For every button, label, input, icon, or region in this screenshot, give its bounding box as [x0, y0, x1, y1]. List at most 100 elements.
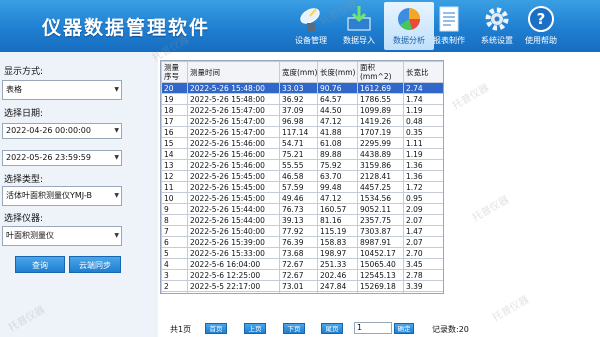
- table-row[interactable]: 13 2022-5-26 15:46:00 55.55 75.92 3159.86 1.3…: [161, 159, 443, 171]
- cell-length: 75.92: [317, 159, 358, 171]
- confirm-page-button[interactable]: 确定: [394, 323, 414, 334]
- chevron-down-icon: ▼: [114, 192, 119, 199]
- cell-time: 2022-5-26 15:39:00: [187, 236, 280, 248]
- query-button[interactable]: 查询: [15, 256, 65, 273]
- cell-ratio: 1.72: [403, 181, 443, 193]
- cell-seq: 5: [161, 247, 188, 259]
- table-row[interactable]: 12022-5-5 22:16:0073.68252.2115387.653.4…: [161, 291, 443, 293]
- cell-time: 2022-5-26 15:46:00: [187, 137, 280, 149]
- nav-system-settings[interactable]: 系统设置: [472, 2, 522, 50]
- table-row[interactable]: 5 2022-5-26 15:33:00 73.68 198.97 10452.17 2.…: [161, 247, 443, 259]
- table-row[interactable]: 4 2022-5-6 16:04:00 72.67 251.33 15065.40 3.4…: [161, 258, 443, 270]
- cell-seq: 11: [161, 181, 188, 193]
- cell-area: 1707.19: [357, 126, 404, 138]
- nav-data-import[interactable]: 数据导入: [334, 2, 384, 50]
- cell-seq: 20: [161, 82, 188, 94]
- cell-width: 55.55: [279, 159, 318, 171]
- instrument-select[interactable]: 叶面积测量仪 ▼: [2, 226, 122, 246]
- table-row[interactable]: 6 2022-5-26 15:39:00 76.39 158.83 8987.91 2.0…: [161, 236, 443, 248]
- nav-device-management[interactable]: 设备管理: [286, 2, 336, 50]
- watermark: 托普仪器: [450, 82, 492, 112]
- nav-help[interactable]: ? 使用帮助: [516, 2, 566, 50]
- cell-time: 2022-5-26 15:45:00: [187, 170, 280, 182]
- cell-area: 2357.75: [357, 214, 404, 226]
- cell-time: 2022-5-26 15:44:00: [187, 214, 280, 226]
- end-date-picker[interactable]: 2022-05-26 23:59:59 ▼: [2, 150, 122, 166]
- type-select[interactable]: 活体叶面积测量仪YMJ-B ▼: [2, 186, 122, 206]
- cell-time: 2022-5-6 16:04:00: [187, 258, 280, 270]
- type-value: 活体叶面积测量仪YMJ-B: [6, 191, 92, 200]
- cell-length: 47.12: [317, 115, 358, 127]
- header-time[interactable]: 测量时间: [187, 61, 280, 83]
- table-row[interactable]: 3 2022-5-6 12:25:00 72.67 202.46 12545.13 2.7…: [161, 269, 443, 281]
- cell-time: 2022-5-26 15:46:00: [187, 148, 280, 160]
- report-document-icon: [439, 6, 459, 32]
- table-row[interactable]: 7 2022-5-26 15:40:00 77.92 115.19 7303.87 1.4…: [161, 225, 443, 237]
- cell-time: 2022-5-5 22:16:00: [187, 291, 280, 293]
- cell-area: 15387.65: [357, 291, 404, 293]
- table-row[interactable]: 14 2022-5-26 15:46:00 75.21 89.88 4438.89 1.1…: [161, 148, 443, 160]
- cell-seq: 12: [161, 170, 188, 182]
- cell-seq: 4: [161, 258, 188, 270]
- page-number-input[interactable]: 1: [354, 322, 392, 334]
- table-row[interactable]: 10 2022-5-26 15:45:00 49.46 47.12 1534.56 0.9…: [161, 192, 443, 204]
- cell-length: 160.57: [317, 203, 358, 215]
- nav-report[interactable]: 报表制作: [424, 2, 474, 50]
- cell-area: 1786.55: [357, 93, 404, 105]
- table-row[interactable]: 20 2022-5-26 15:48:00 33.03 90.76 1612.69 2.7…: [161, 82, 443, 94]
- cell-area: 7303.87: [357, 225, 404, 237]
- header-area[interactable]: 面积(mm^2): [357, 61, 404, 83]
- table-row[interactable]: 17 2022-5-26 15:47:00 96.98 47.12 1419.26 0.4…: [161, 115, 443, 127]
- table-row[interactable]: 15 2022-5-26 15:46:00 54.71 61.08 2295.99 1.1…: [161, 137, 443, 149]
- cell-area: 1099.89: [357, 104, 404, 116]
- table-header-row: 测量序号 测量时间 宽度(mm) 长度(mm) 面积(mm^2) 长宽比: [161, 61, 443, 83]
- table-row[interactable]: 11 2022-5-26 15:45:00 57.59 99.48 4457.25 1.7…: [161, 181, 443, 193]
- table-row[interactable]: 16 2022-5-26 15:47:00 117.14 41.88 1707.19 0.…: [161, 126, 443, 138]
- cell-length: 44.50: [317, 104, 358, 116]
- cell-seq: 18: [161, 104, 188, 116]
- cell-time: 2022-5-26 15:48:00: [187, 82, 280, 94]
- cell-seq: 2: [161, 280, 188, 292]
- cell-area: 8987.91: [357, 236, 404, 248]
- cell-area: 3159.86: [357, 159, 404, 171]
- cell-seq: 8: [161, 214, 188, 226]
- header-length[interactable]: 长度(mm): [317, 61, 358, 83]
- cell-length: 64.57: [317, 93, 358, 105]
- cell-area: 1419.26: [357, 115, 404, 127]
- cloud-sync-button[interactable]: 云端同步: [69, 256, 121, 273]
- table-row[interactable]: 18 2022-5-26 15:47:00 37.09 44.50 1099.89 1.1…: [161, 104, 443, 116]
- prev-page-button[interactable]: 上页: [244, 323, 266, 334]
- display-mode-label: 显示方式:: [4, 67, 44, 77]
- table-row[interactable]: 12 2022-5-26 15:45:00 46.58 63.70 2128.41 1.3…: [161, 170, 443, 182]
- table-row[interactable]: 8 2022-5-26 15:44:00 39.13 81.16 2357.75 2.07: [161, 214, 443, 226]
- cell-area: 10452.17: [357, 247, 404, 259]
- header-ratio[interactable]: 长宽比: [403, 61, 443, 83]
- start-date-picker[interactable]: 2022-04-26 00:00:00 ▼: [2, 123, 122, 139]
- cell-ratio: 0.95: [403, 192, 443, 204]
- display-mode-select[interactable]: 表格 ▼: [2, 80, 122, 100]
- instrument-label: 选择仪器:: [4, 214, 44, 224]
- first-page-button[interactable]: 首页: [205, 323, 227, 334]
- table-row[interactable]: 2 2022-5-5 22:17:00 73.01 247.84 15269.18 3.3…: [161, 280, 443, 292]
- cell-width: 72.67: [279, 258, 318, 270]
- table-row[interactable]: 19 2022-5-26 15:48:00 36.92 64.57 1786.55 1.7…: [161, 93, 443, 105]
- header-width[interactable]: 宽度(mm): [279, 61, 318, 83]
- cell-area: 12545.13: [357, 269, 404, 281]
- cell-time: 2022-5-26 15:40:00: [187, 225, 280, 237]
- cell-width: 49.46: [279, 192, 318, 204]
- header-seq[interactable]: 测量序号: [161, 61, 188, 83]
- last-page-button[interactable]: 尾页: [321, 323, 343, 334]
- cell-seq: 15: [161, 137, 188, 149]
- cell-seq: 7: [161, 225, 188, 237]
- import-tray-icon: [347, 6, 371, 31]
- next-page-button[interactable]: 下页: [283, 323, 305, 334]
- cell-area: 15269.18: [357, 280, 404, 292]
- cell-length: 89.88: [317, 148, 358, 160]
- cell-length: 158.83: [317, 236, 358, 248]
- nav-label: 设备管理: [295, 36, 327, 45]
- table-row[interactable]: 9 2022-5-26 15:44:00 76.73 160.57 9052.11 2.0…: [161, 203, 443, 215]
- cell-area: 4457.25: [357, 181, 404, 193]
- cell-length: 47.12: [317, 192, 358, 204]
- cell-seq: 19: [161, 93, 188, 105]
- cell-time: 2022-5-26 15:45:00: [187, 181, 280, 193]
